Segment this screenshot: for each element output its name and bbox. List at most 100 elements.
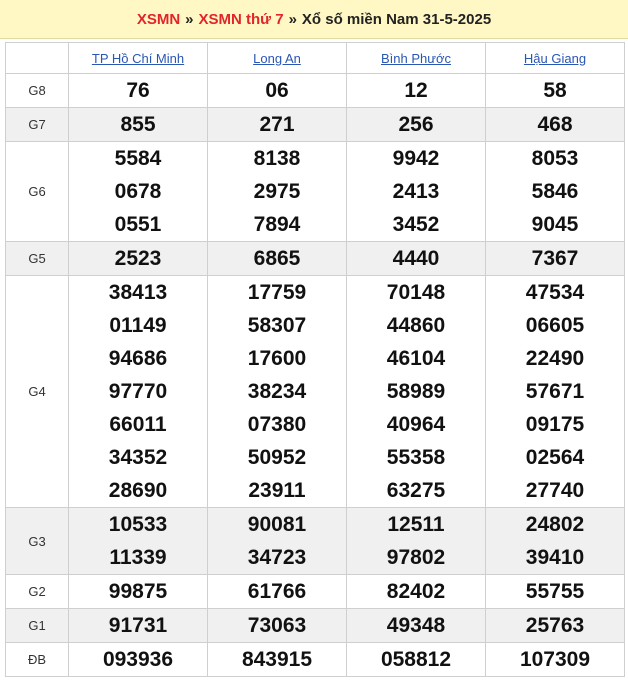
- prize-label: G1: [5, 608, 69, 643]
- prize-label: ĐB: [5, 642, 69, 677]
- prize-number: 25763: [525, 614, 585, 637]
- prize-number: 38413: [108, 281, 168, 304]
- prize-number: 17600: [247, 347, 307, 370]
- prize-cell: 5584 0678 0551: [68, 141, 208, 242]
- province-header: TP Hồ Chí Minh: [68, 42, 208, 74]
- prize-number: 76: [126, 79, 150, 102]
- prize-number: 02564: [525, 446, 585, 469]
- prize-number: 99875: [108, 580, 168, 603]
- prize-cell: 06: [207, 73, 347, 108]
- prize-cell: 7367: [485, 241, 625, 276]
- prize-number: 24802: [525, 513, 585, 536]
- prize-cell: 4440: [346, 241, 486, 276]
- prize-number: 73063: [247, 614, 307, 637]
- prize-number: 94686: [108, 347, 168, 370]
- prize-number: 97770: [108, 380, 168, 403]
- prize-number: 47534: [525, 281, 585, 304]
- prize-number: 58: [543, 79, 567, 102]
- prize-row-g5: G5 2523 6865 4440 7367: [5, 241, 625, 276]
- prize-number: 8053: [531, 147, 579, 170]
- prize-number: 5846: [531, 180, 579, 203]
- province-link[interactable]: Bình Phước: [381, 51, 451, 66]
- prize-number: 57671: [525, 380, 585, 403]
- prize-cell: 843915: [207, 642, 347, 677]
- prize-number: 0678: [114, 180, 162, 203]
- prize-cell: 10533 11339: [68, 507, 208, 575]
- prize-cell: 12: [346, 73, 486, 108]
- prize-cell: 58: [485, 73, 625, 108]
- prize-cell: 12511 97802: [346, 507, 486, 575]
- prize-label: G3: [5, 507, 69, 575]
- breadcrumb-separator: »: [185, 10, 194, 28]
- prize-row-đb: ĐB 093936 843915 058812 107309: [5, 642, 625, 677]
- prize-number: 271: [259, 113, 295, 136]
- prize-number: 38234: [247, 380, 307, 403]
- prize-number: 06: [265, 79, 289, 102]
- prize-number: 5584: [114, 147, 162, 170]
- prize-number: 3452: [392, 213, 440, 236]
- prize-number: 50952: [247, 446, 307, 469]
- prize-cell: 107309: [485, 642, 625, 677]
- prize-cell: 093936: [68, 642, 208, 677]
- prize-number: 46104: [386, 347, 446, 370]
- prize-number: 97802: [386, 546, 446, 569]
- prize-number: 06605: [525, 314, 585, 337]
- results-table: TP Hồ Chí Minh Long An Bình Phước Hậu Gi…: [5, 42, 625, 677]
- breadcrumb: XSMN » XSMN thứ 7 » Xổ số miền Nam 31-5-…: [0, 0, 628, 39]
- prize-number: 28690: [108, 479, 168, 502]
- page-title: Xổ số miền Nam 31-5-2025: [301, 10, 492, 28]
- prize-number: 107309: [519, 648, 591, 671]
- prize-number: 66011: [109, 413, 167, 436]
- prize-number: 22490: [525, 347, 585, 370]
- corner-cell: [5, 42, 69, 74]
- breadcrumb-separator: »: [288, 10, 297, 28]
- prize-number: 2523: [114, 247, 162, 270]
- prize-cell: 9942 2413 3452: [346, 141, 486, 242]
- prize-number: 12511: [387, 513, 445, 536]
- prize-number: 855: [120, 113, 156, 136]
- prize-row-g3: G3 10533 11339 90081 34723 12511 97802 24802 394…: [5, 507, 625, 575]
- prize-number: 4440: [392, 247, 440, 270]
- prize-number: 44860: [386, 314, 446, 337]
- prize-cell: 90081 34723: [207, 507, 347, 575]
- prize-number: 11339: [109, 546, 167, 569]
- prize-row-g1: G1 91731 73063 49348 25763: [5, 608, 625, 643]
- prize-number: 17759: [247, 281, 307, 304]
- prize-cell: 8053 5846 9045: [485, 141, 625, 242]
- prize-number: 9045: [531, 213, 579, 236]
- breadcrumb-link-xsmn[interactable]: XSMN: [137, 11, 180, 28]
- prize-cell: 855: [68, 107, 208, 142]
- prize-number: 70148: [386, 281, 446, 304]
- prize-number: 9942: [392, 147, 440, 170]
- prize-cell: 91731: [68, 608, 208, 643]
- prize-cell: 55755: [485, 574, 625, 609]
- prize-cell: 25763: [485, 608, 625, 643]
- province-header-row: TP Hồ Chí Minh Long An Bình Phước Hậu Gi…: [5, 42, 625, 74]
- prize-number: 61766: [247, 580, 307, 603]
- prize-label: G4: [5, 275, 69, 508]
- prize-cell: 76: [68, 73, 208, 108]
- prize-number: 63275: [386, 479, 446, 502]
- prize-number: 40964: [386, 413, 446, 436]
- prize-number: 91731: [108, 614, 168, 637]
- prize-number: 55755: [525, 580, 585, 603]
- prize-cell: 82402: [346, 574, 486, 609]
- prize-number: 2975: [253, 180, 301, 203]
- prize-number: 468: [537, 113, 573, 136]
- province-link[interactable]: TP Hồ Chí Minh: [92, 51, 184, 66]
- province-header: Long An: [207, 42, 347, 74]
- prize-cell: 49348: [346, 608, 486, 643]
- prize-number: 0551: [114, 213, 162, 236]
- province-link[interactable]: Hậu Giang: [524, 51, 586, 66]
- prize-number: 12: [404, 79, 428, 102]
- prize-cell: 61766: [207, 574, 347, 609]
- prize-number: 55358: [386, 446, 446, 469]
- prize-cell: 47534 06605 22490 57671 09175 02564 27740: [485, 275, 625, 508]
- prize-label: G8: [5, 73, 69, 108]
- prize-number: 58989: [386, 380, 446, 403]
- prize-row-g4: G4 38413 01149 94686 97770 66011 34352 28690 177…: [5, 275, 625, 508]
- province-link[interactable]: Long An: [253, 51, 301, 66]
- breadcrumb-link-xsmn-thu-7[interactable]: XSMN thứ 7: [199, 11, 284, 28]
- prize-number: 39410: [525, 546, 585, 569]
- prize-cell: 73063: [207, 608, 347, 643]
